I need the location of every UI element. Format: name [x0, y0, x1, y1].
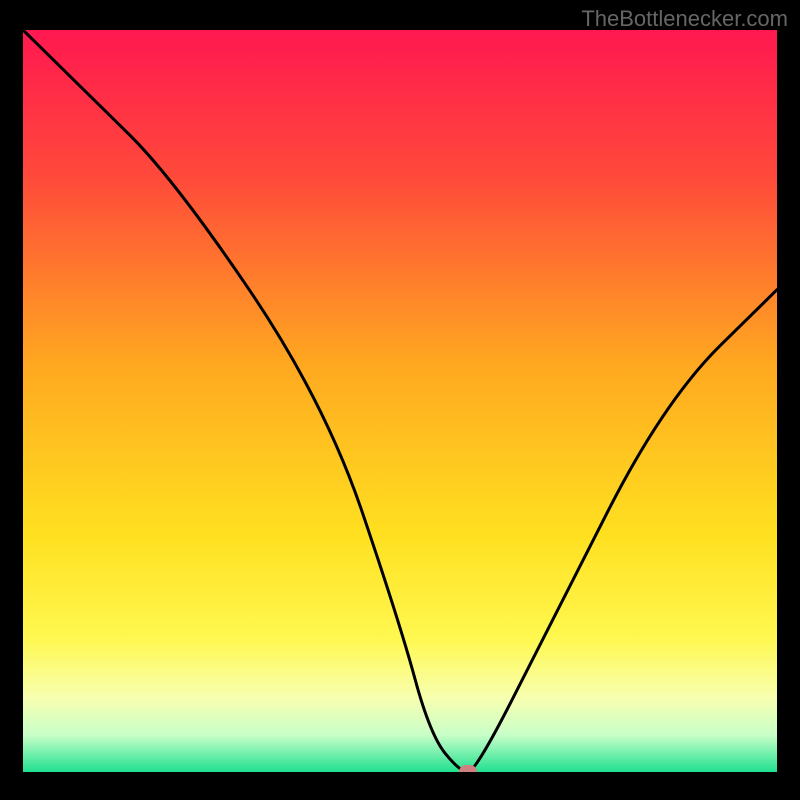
- curve-line: [23, 30, 777, 772]
- optimal-point-marker: [459, 765, 477, 772]
- plot-area: [23, 30, 777, 772]
- attribution-label: TheBottlenecker.com: [581, 6, 788, 32]
- bottleneck-chart: TheBottlenecker.com: [0, 0, 800, 800]
